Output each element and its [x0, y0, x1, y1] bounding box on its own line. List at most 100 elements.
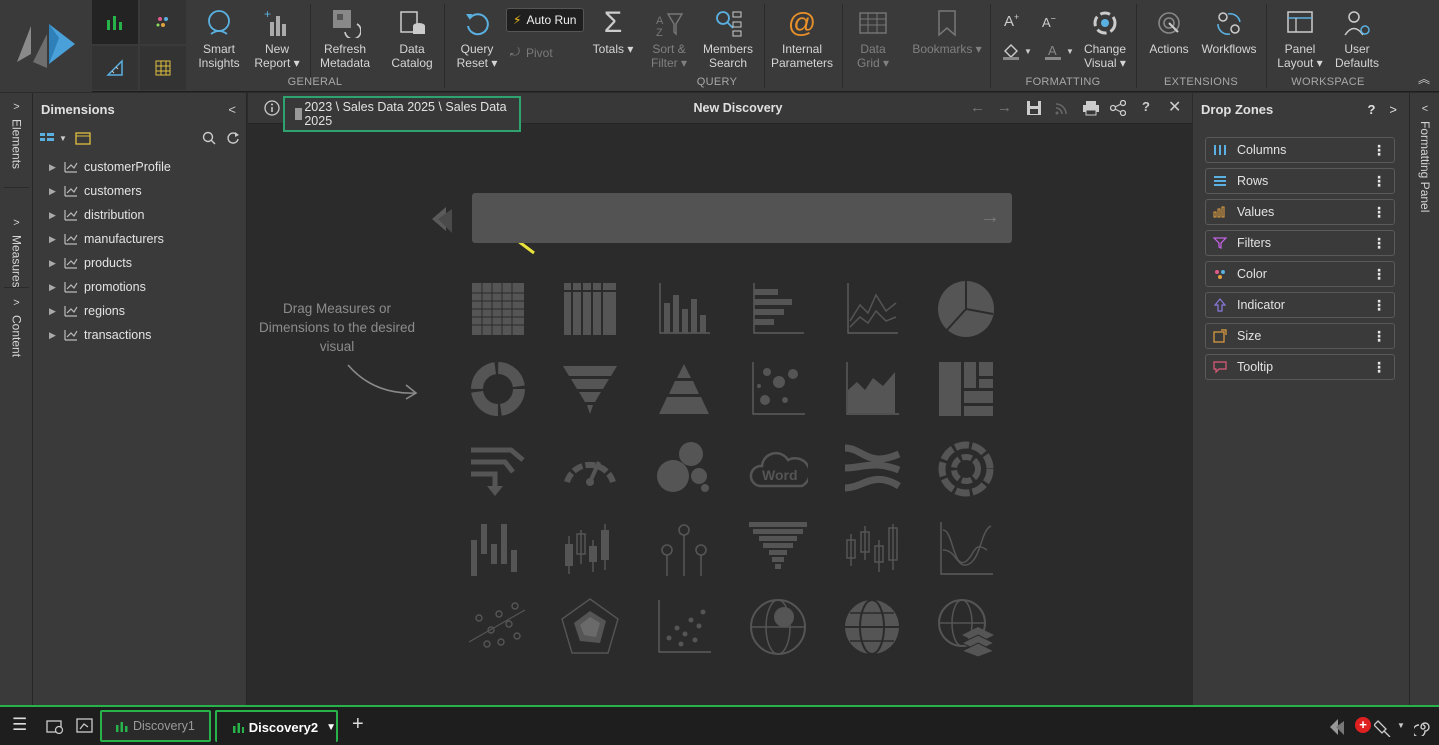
rss-icon[interactable]	[1054, 100, 1070, 116]
actions-button[interactable]: Actions	[1146, 4, 1192, 76]
spiral-icon[interactable]	[1414, 718, 1432, 736]
visual-scatter[interactable]	[748, 359, 808, 419]
data-grid-button[interactable]: Data Grid ▾	[850, 4, 896, 76]
expand-icon[interactable]: ▶	[49, 330, 63, 341]
visual-word-cloud[interactable]: Word	[748, 439, 808, 499]
visual-columns[interactable]	[560, 279, 620, 339]
visual-line-chart[interactable]	[842, 279, 902, 339]
workflows-button[interactable]: Workflows	[1200, 4, 1258, 76]
visual-bubble[interactable]	[654, 439, 714, 499]
notification-badge-icon[interactable]: +	[1355, 717, 1371, 733]
font-color-button[interactable]: A ▼	[1044, 42, 1074, 60]
tree-item-products[interactable]: ▶ products	[33, 251, 246, 275]
fill-color-button[interactable]: ▼	[1002, 42, 1032, 60]
info-icon[interactable]	[264, 100, 280, 116]
expand-icon[interactable]: ▶	[49, 282, 63, 293]
natural-query-input[interactable]: →	[472, 193, 1012, 243]
increase-font-button[interactable]: A+	[1004, 12, 1019, 30]
tree-item-promotions[interactable]: ▶ promotions	[33, 275, 246, 299]
tree-item-manufacturers[interactable]: ▶ manufacturers	[33, 227, 246, 251]
pyramid-logo-icon[interactable]	[1328, 717, 1348, 737]
save-icon[interactable]	[1026, 100, 1042, 116]
visual-tornado[interactable]	[748, 519, 808, 579]
design-view-tile[interactable]	[92, 46, 138, 90]
refresh-icon[interactable]	[226, 131, 240, 145]
visual-area[interactable]	[842, 359, 902, 419]
drop-zone-color[interactable]: Color ⋮	[1205, 261, 1395, 287]
grid-view-tile[interactable]	[140, 46, 186, 90]
calendar-icon[interactable]	[75, 131, 91, 145]
help-icon[interactable]: ?	[1367, 102, 1375, 117]
tab-discovery1[interactable]: Discovery1	[100, 710, 211, 742]
data-catalog-button[interactable]: Data Catalog	[388, 4, 436, 76]
kebab-menu-icon[interactable]: ⋮	[1372, 141, 1386, 159]
app-logo[interactable]	[0, 0, 92, 92]
drop-zone-indicator[interactable]: Indicator ⋮	[1205, 292, 1395, 318]
expand-icon[interactable]: ▶	[49, 210, 63, 221]
visual-column-chart[interactable]	[654, 279, 714, 339]
expand-icon[interactable]: ▶	[49, 162, 63, 173]
rail-tab-formatting-panel[interactable]: < Formatting Panel	[1410, 103, 1439, 212]
visual-bar-chart[interactable]	[748, 279, 808, 339]
expand-icon[interactable]: ▶	[49, 186, 63, 197]
visual-pyramid[interactable]	[654, 359, 714, 419]
members-search-button[interactable]: Members Search	[702, 4, 754, 76]
tab-dropdown-icon[interactable]: ▼	[326, 722, 336, 733]
visual-radar[interactable]	[560, 597, 620, 657]
visual-spline[interactable]	[936, 519, 996, 579]
pivot-button[interactable]: ⤾ Pivot	[510, 45, 553, 60]
close-icon[interactable]: ✕	[1168, 97, 1181, 117]
share-icon[interactable]	[1110, 100, 1126, 116]
visual-layered-map[interactable]	[936, 597, 996, 657]
visual-sunburst[interactable]	[936, 439, 996, 499]
rail-tab-measures[interactable]: > Measures	[0, 217, 33, 288]
chart-view-tile[interactable]	[92, 0, 138, 44]
pin-icon[interactable]	[1374, 719, 1392, 737]
tree-item-regions[interactable]: ▶ regions	[33, 299, 246, 323]
visual-gauge[interactable]	[560, 439, 620, 499]
hamburger-menu-icon[interactable]: ☰	[12, 715, 27, 735]
collapse-panel-icon[interactable]: <	[228, 102, 236, 117]
pin-dropdown-icon[interactable]: ▼	[1397, 721, 1405, 730]
auto-run-button[interactable]: ⚡ Auto Run	[506, 8, 584, 32]
smart-insights-button[interactable]: Smart Insights	[196, 4, 242, 76]
new-report-button[interactable]: + New Report ▾	[252, 4, 302, 76]
drop-zone-rows[interactable]: Rows ⋮	[1205, 168, 1395, 194]
kebab-menu-icon[interactable]: ⋮	[1372, 203, 1386, 221]
drop-zone-filters[interactable]: Filters ⋮	[1205, 230, 1395, 256]
user-defaults-button[interactable]: User Defaults	[1332, 4, 1382, 76]
arrow-right-icon[interactable]: →	[980, 206, 1000, 229]
kebab-menu-icon[interactable]: ⋮	[1372, 358, 1386, 376]
drop-zone-tooltip[interactable]: Tooltip ⋮	[1205, 354, 1395, 380]
visual-network[interactable]	[468, 597, 528, 657]
tree-view-dropdown-icon[interactable]: ▼	[59, 134, 67, 143]
undo-arrow-icon[interactable]: ←	[970, 99, 985, 116]
decrease-font-button[interactable]: A−	[1042, 14, 1056, 30]
panel-layout-button[interactable]: Panel Layout ▾	[1276, 4, 1324, 76]
tree-view-icon[interactable]	[39, 131, 55, 145]
visual-candlestick[interactable]	[560, 519, 620, 579]
kebab-menu-icon[interactable]: ⋮	[1372, 234, 1386, 252]
visual-choropleth-map[interactable]	[842, 597, 902, 657]
presentation-icon[interactable]	[76, 718, 94, 734]
tree-item-customerprofile[interactable]: ▶ customerProfile	[33, 155, 246, 179]
help-icon[interactable]: ?	[1142, 99, 1150, 114]
kebab-menu-icon[interactable]: ⋮	[1372, 327, 1386, 345]
visual-sankey[interactable]	[842, 439, 902, 499]
drop-zone-size[interactable]: Size ⋮	[1205, 323, 1395, 349]
drop-zone-columns[interactable]: Columns ⋮	[1205, 137, 1395, 163]
rail-tab-content[interactable]: > Content	[0, 297, 33, 357]
drop-zone-values[interactable]: Values ⋮	[1205, 199, 1395, 225]
expand-icon[interactable]: ▶	[49, 306, 63, 317]
open-folder-icon[interactable]	[46, 718, 64, 734]
print-icon[interactable]	[1082, 100, 1100, 116]
change-visual-button[interactable]: Change Visual ▾	[1080, 4, 1130, 76]
visual-waterfall[interactable]	[468, 519, 528, 579]
visual-funnel[interactable]	[560, 359, 620, 419]
visual-treemap[interactable]	[936, 359, 996, 419]
visual-grid[interactable]	[468, 279, 528, 339]
visual-bubble-map[interactable]	[748, 597, 808, 657]
expand-icon[interactable]: ▶	[49, 258, 63, 269]
visual-donut[interactable]	[468, 359, 528, 419]
kebab-menu-icon[interactable]: ⋮	[1372, 265, 1386, 283]
